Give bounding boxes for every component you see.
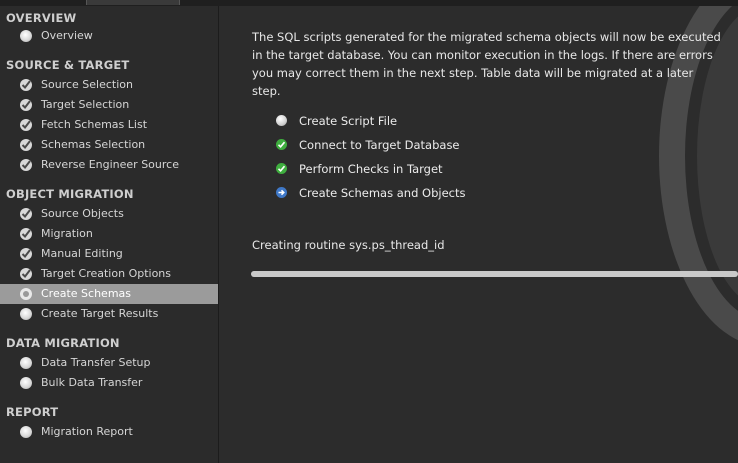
- sidebar-item-label: Create Schemas: [41, 287, 132, 300]
- section-title-report: REPORT: [6, 405, 59, 419]
- section-title-data-migration: DATA MIGRATION: [6, 336, 120, 350]
- check-icon: [20, 159, 32, 171]
- sidebar-item-label: Create Target Results: [41, 307, 159, 320]
- sidebar-item-source-selection[interactable]: Source Selection: [0, 75, 218, 95]
- sidebar-item-migration[interactable]: Migration: [0, 224, 218, 244]
- section-title-object-migration: OBJECT MIGRATION: [6, 187, 134, 201]
- sidebar-item-migration-report[interactable]: Migration Report: [0, 422, 218, 442]
- sidebar-item-label: Fetch Schemas List: [41, 118, 148, 131]
- check-icon: [276, 163, 287, 174]
- sidebar-item-create-target-results[interactable]: Create Target Results: [0, 304, 218, 324]
- section-title-source-target: SOURCE & TARGET: [6, 58, 130, 72]
- sidebar-item-label: Overview: [41, 29, 93, 42]
- check-icon: [20, 79, 32, 91]
- wizard-sidebar: OVERVIEW Overview SOURCE & TARGET Source…: [0, 6, 219, 463]
- sidebar-item-label: Manual Editing: [41, 247, 123, 260]
- sidebar-item-label: Schemas Selection: [41, 138, 146, 151]
- check-icon: [20, 228, 32, 240]
- tab-fragment[interactable]: [86, 0, 180, 5]
- sidebar-item-data-transfer-setup[interactable]: Data Transfer Setup: [0, 353, 218, 373]
- sidebar-item-label: Migration Report: [41, 425, 133, 438]
- pending-dot-icon: [276, 115, 287, 126]
- check-icon: [276, 139, 287, 150]
- status-text: Creating routine sys.ps_thread_id: [252, 238, 445, 252]
- check-icon: [20, 248, 32, 260]
- pending-step-icon: [20, 357, 32, 369]
- sidebar-item-label: Source Selection: [41, 78, 133, 91]
- current-step-icon: [20, 288, 32, 300]
- step-label: Perform Checks in Target: [299, 162, 443, 176]
- step-label: Connect to Target Database: [299, 138, 460, 152]
- section-title-overview: OVERVIEW: [6, 11, 77, 25]
- sidebar-item-label: Source Objects: [41, 207, 124, 220]
- sidebar-item-label: Target Selection: [41, 98, 130, 111]
- pending-step-icon: [20, 377, 32, 389]
- sidebar-item-overview[interactable]: Overview: [0, 26, 218, 46]
- sidebar-item-reverse-engineer-source[interactable]: Reverse Engineer Source: [0, 155, 218, 175]
- progress-fill: [251, 271, 738, 277]
- sidebar-item-schemas-selection[interactable]: Schemas Selection: [0, 135, 218, 155]
- check-icon: [20, 268, 32, 280]
- sidebar-item-label: Target Creation Options: [41, 267, 172, 280]
- sidebar-item-target-creation-options[interactable]: Target Creation Options: [0, 264, 218, 284]
- step-label: Create Schemas and Objects: [299, 186, 466, 200]
- sidebar-item-label: Bulk Data Transfer: [41, 376, 143, 389]
- pending-step-icon: [20, 426, 32, 438]
- sidebar-item-label: Data Transfer Setup: [41, 356, 151, 369]
- check-icon: [20, 139, 32, 151]
- sidebar-item-source-objects[interactable]: Source Objects: [0, 204, 218, 224]
- progress-bar: [251, 271, 738, 277]
- arrow-right-icon: [276, 187, 287, 198]
- sidebar-item-fetch-schemas-list[interactable]: Fetch Schemas List: [0, 115, 218, 135]
- pending-step-icon: [20, 308, 32, 320]
- sidebar-item-label: Migration: [41, 227, 93, 240]
- sidebar-item-bulk-data-transfer[interactable]: Bulk Data Transfer: [0, 373, 218, 393]
- intro-text: The SQL scripts generated for the migrat…: [252, 30, 721, 98]
- sidebar-item-label: Reverse Engineer Source: [41, 158, 179, 171]
- sidebar-item-manual-editing[interactable]: Manual Editing: [0, 244, 218, 264]
- sidebar-item-target-selection[interactable]: Target Selection: [0, 95, 218, 115]
- check-icon: [20, 119, 32, 131]
- sidebar-item-create-schemas[interactable]: Create Schemas: [0, 284, 218, 304]
- check-icon: [20, 208, 32, 220]
- step-label: Create Script File: [299, 114, 398, 128]
- check-icon: [20, 99, 32, 111]
- pending-step-icon: [20, 30, 32, 42]
- main-panel: The SQL scripts generated for the migrat…: [219, 6, 738, 463]
